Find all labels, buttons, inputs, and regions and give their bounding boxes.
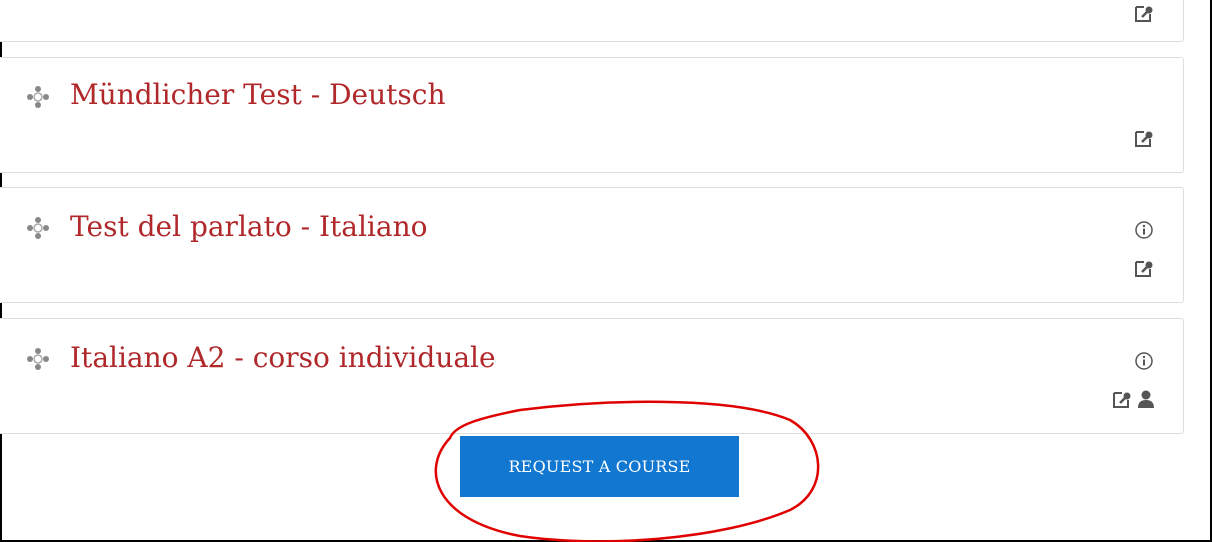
enrol-key-icon[interactable] [1134,128,1154,148]
enrol-key-icon[interactable] [1134,258,1154,278]
course-card-partial [0,0,1184,42]
enrol-key-icon[interactable] [1112,389,1132,409]
request-course-button[interactable]: REQUEST A COURSE [460,436,739,497]
course-card: Test del parlato - Italiano [0,187,1184,303]
course-link[interactable]: Italiano A2 - corso individuale [70,341,496,374]
info-icon[interactable] [1134,351,1154,371]
course-link[interactable]: Test del parlato - Italiano [70,210,427,243]
course-link[interactable]: Mündlicher Test - Deutsch [70,78,445,111]
course-card: Italiano A2 - corso individuale [0,318,1184,434]
course-card: Mündlicher Test - Deutsch [0,57,1184,173]
user-icon[interactable] [1136,389,1156,409]
course-icon [27,217,49,239]
info-icon[interactable] [1134,220,1154,240]
course-icon [27,348,49,370]
course-icon [27,86,49,108]
enrol-key-icon[interactable] [1134,3,1154,23]
